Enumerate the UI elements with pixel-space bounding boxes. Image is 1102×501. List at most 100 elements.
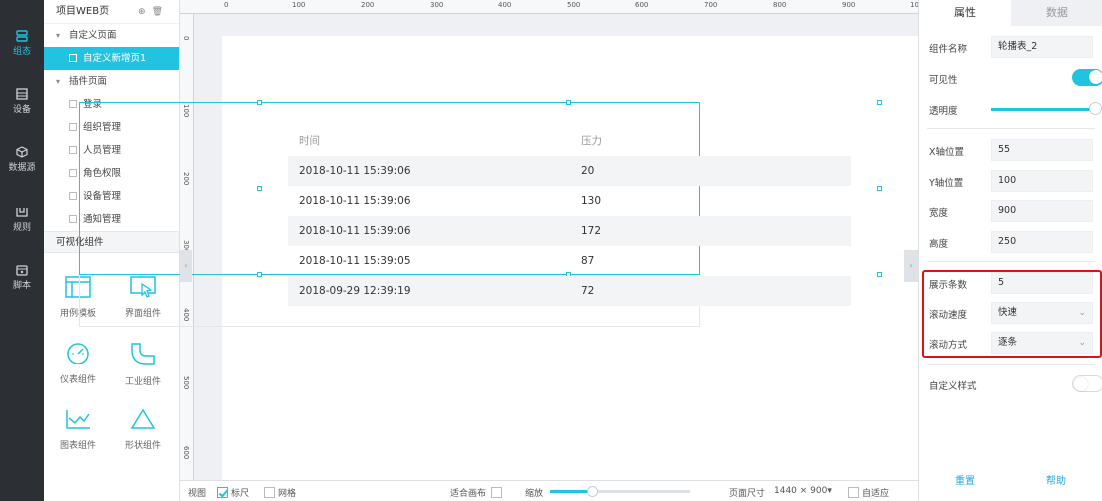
widget-shape[interactable]: 形状组件 (110, 408, 176, 451)
zoom-fill (550, 490, 592, 493)
tab-data[interactable]: 数据 (1011, 0, 1102, 26)
table-row: 2018-09-29 12:39:19 72 (288, 276, 851, 306)
rail-item-device[interactable]: 设备 (0, 88, 44, 115)
ruler-label: 100 (292, 1, 306, 9)
rail-item-configuration[interactable]: 组态 (0, 30, 44, 57)
caret-down-icon: ▾ (827, 486, 832, 496)
x-position-input[interactable]: 55 (991, 139, 1093, 161)
help-button[interactable]: 帮助 (1046, 472, 1066, 487)
ruler-label: 0 (224, 1, 229, 9)
page-size-select[interactable]: 1440 × 900▾ (774, 486, 832, 496)
y-position-input[interactable]: 100 (991, 170, 1093, 192)
ruler-label: 400 (498, 1, 512, 9)
adaptive-toggle[interactable]: 自适应 (848, 486, 889, 499)
tree-group-custom[interactable]: ▾ 自定义页面 (44, 24, 179, 47)
prop-row-name: 组件名称 轮播表_2 (929, 36, 1099, 58)
checkbox-checked-icon[interactable] (217, 487, 228, 498)
widget-label: 图表组件 (59, 441, 96, 451)
cell-pressure: 130 (581, 195, 602, 207)
ruler-toggle-label: 标尺 (231, 489, 250, 499)
tab-attributes[interactable]: 属性 (919, 0, 1011, 26)
table-row: 2018-10-11 15:39:06 20 (288, 156, 851, 186)
add-page-icon[interactable]: ⊕ (138, 7, 146, 17)
ruler-label: 600 (635, 1, 649, 9)
widget-industrial[interactable]: 工业组件 (110, 342, 176, 387)
component-name-input[interactable]: 轮播表_2 (991, 36, 1093, 58)
table-row: 2018-10-11 15:39:06 172 (288, 216, 851, 246)
height-input[interactable]: 250 (991, 231, 1093, 253)
zoom-slider[interactable] (550, 486, 690, 497)
custom-style-toggle[interactable] (1072, 375, 1102, 392)
ruler-toggle[interactable]: 标尺 (217, 486, 249, 499)
trash-icon[interactable]: 🗑 (152, 7, 163, 17)
page-icon (69, 54, 77, 62)
tree-group-plugin[interactable]: ▾ 插件页面 (44, 70, 179, 93)
fit-canvas-button[interactable]: 适合画布 (450, 486, 505, 499)
rail-label: 组态 (12, 47, 31, 57)
collapse-left-button[interactable]: ‹ (180, 250, 192, 282)
checkbox-icon[interactable] (264, 487, 275, 498)
zoom-label: 缩放 (525, 489, 544, 499)
rail-item-script[interactable]: 脚本 (0, 264, 44, 291)
checkbox-icon[interactable] (848, 487, 859, 498)
page-icon (69, 146, 77, 154)
ruler-label: 500 (567, 1, 581, 9)
tree-group-label: 插件页面 (69, 76, 108, 87)
width-input[interactable]: 900 (991, 200, 1093, 222)
tree-tools: ⊕ 🗑 (132, 0, 163, 24)
reset-button[interactable]: 重置 (955, 472, 975, 487)
prop-row-x: X轴位置 55 (929, 139, 1099, 161)
tree-item-custom-page-1[interactable]: 自定义新增页1 (44, 47, 179, 70)
resize-handle[interactable] (877, 272, 882, 277)
opacity-knob[interactable] (1089, 102, 1102, 115)
prop-row-opacity: 透明度 (929, 98, 1102, 120)
fit-canvas-label: 适合画布 (450, 489, 487, 499)
resize-handle[interactable] (257, 272, 262, 277)
chevron-right-icon: › (909, 261, 913, 270)
rail-item-rule[interactable]: 规则 (0, 206, 44, 233)
rail-item-datasource[interactable]: 数据源 (0, 146, 44, 173)
triangle-icon (130, 408, 156, 429)
ruler-label: 800 (773, 1, 787, 9)
bottom-toolbar: 视图 标尺 网格 适合画布 缩放 页面尺寸 1440 × 900▾ 自适应 (180, 480, 918, 501)
resize-handle[interactable] (877, 186, 882, 191)
cell-time: 2018-10-11 15:39:06 (299, 195, 411, 207)
visibility-toggle[interactable] (1072, 69, 1102, 86)
prop-row-visible: 可见性 (929, 67, 1102, 89)
layers-icon (16, 30, 28, 42)
prop-label: 可见性 (929, 75, 958, 86)
ruler-label: 700 (704, 1, 718, 9)
prop-label: 宽度 (929, 208, 949, 219)
page-icon (69, 123, 77, 131)
opacity-slider[interactable] (991, 108, 1093, 111)
column-header-pressure: 压力 (581, 135, 602, 147)
cell-pressure: 72 (581, 285, 595, 297)
page-icon (69, 100, 77, 108)
page-icon (69, 215, 77, 223)
collapse-right-button[interactable]: › (904, 250, 918, 282)
cell-time: 2018-10-11 15:39:06 (299, 165, 411, 177)
rail-label: 脚本 (12, 281, 31, 291)
line-chart-icon (66, 410, 90, 429)
resize-handle[interactable] (257, 100, 262, 105)
widget-gauge[interactable]: 仪表组件 (45, 342, 111, 385)
cell-pressure: 87 (581, 255, 595, 267)
resize-handle[interactable] (566, 100, 571, 105)
script-icon (16, 265, 28, 276)
grid-toggle[interactable]: 网格 (264, 486, 296, 499)
caret-down-icon: ▾ (56, 31, 61, 40)
widget-chart[interactable]: 图表组件 (45, 408, 111, 451)
prop-row-height: 高度 250 (929, 231, 1099, 253)
cell-time: 2018-10-11 15:39:05 (299, 255, 411, 267)
toggle-knob (1074, 377, 1088, 391)
resize-handle[interactable] (877, 100, 882, 105)
zoom-knob[interactable] (587, 486, 598, 497)
ruler-label: 0 (182, 36, 190, 41)
page-size-label: 页面尺寸 (729, 489, 766, 499)
prop-label: 自定义样式 (929, 381, 977, 392)
table-row: 2018-10-11 15:39:05 87 (288, 246, 851, 276)
rule-icon (16, 208, 28, 217)
resize-handle[interactable] (257, 186, 262, 191)
ruler-label: 300 (430, 1, 444, 9)
tree-group-label: 自定义页面 (69, 30, 117, 41)
